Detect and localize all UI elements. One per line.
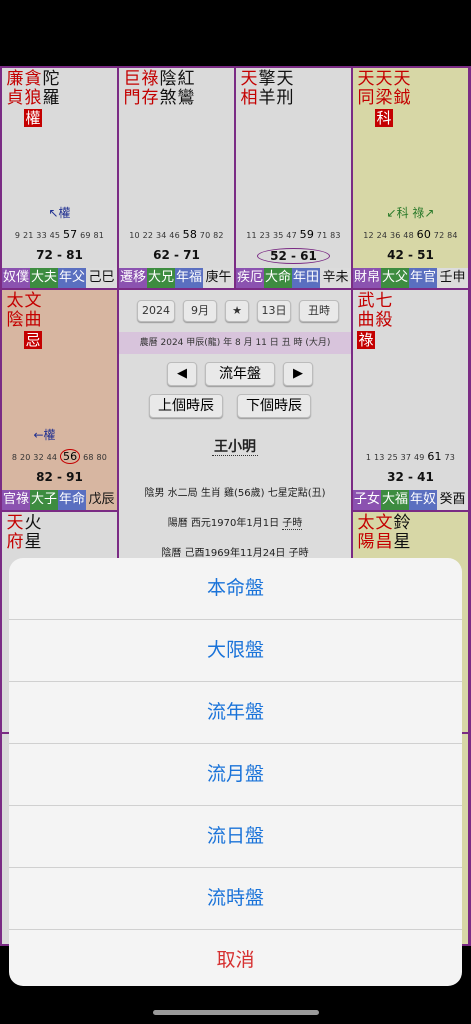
option-natal-chart[interactable]: 本命盤	[9, 558, 462, 620]
cancel-button[interactable]: 取消	[9, 930, 462, 986]
option-decade-chart[interactable]: 大限盤	[9, 620, 462, 682]
screen: 廉貞 貪狼權 陀羅 ↖權 9 21 33 45 57 69 81 72 - 81…	[0, 0, 471, 1024]
option-hour-chart[interactable]: 流時盤	[9, 868, 462, 930]
chart-type-action-sheet: 本命盤 大限盤 流年盤 流月盤 流日盤 流時盤 取消	[9, 558, 462, 986]
home-indicator[interactable]	[153, 1010, 319, 1015]
option-year-chart[interactable]: 流年盤	[9, 682, 462, 744]
option-day-chart[interactable]: 流日盤	[9, 806, 462, 868]
option-month-chart[interactable]: 流月盤	[9, 744, 462, 806]
